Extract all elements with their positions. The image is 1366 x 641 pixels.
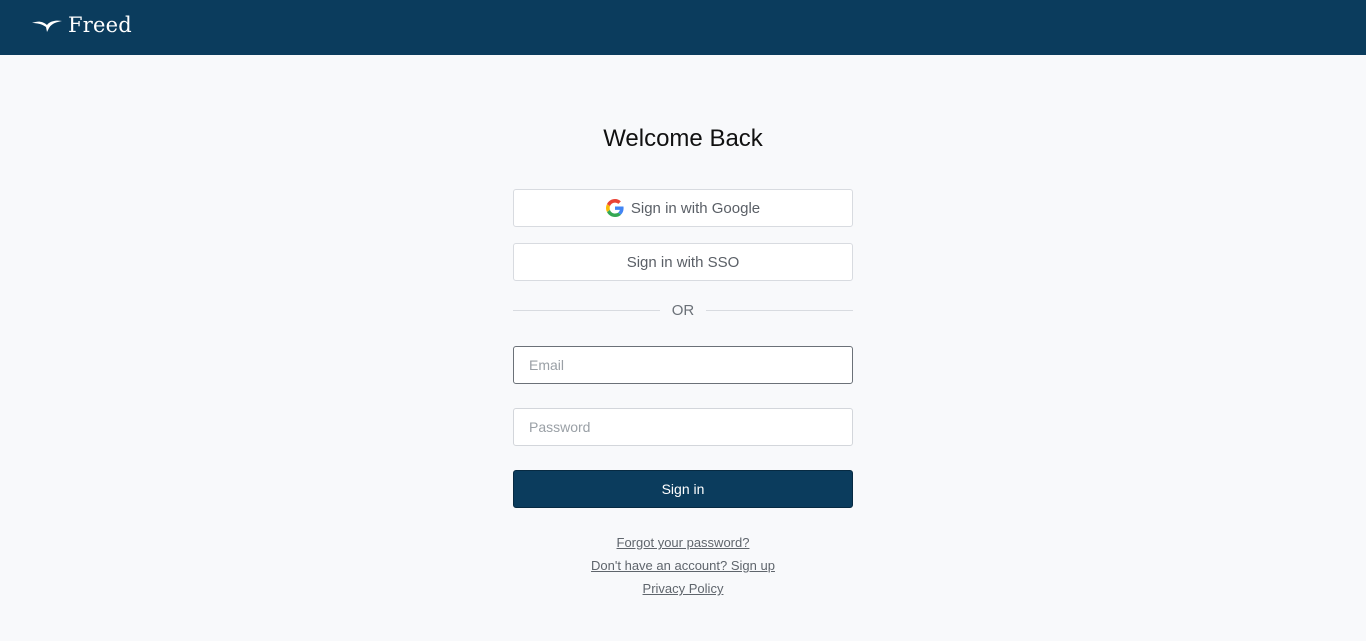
- divider-line-left: [513, 309, 660, 311]
- or-divider: OR: [513, 297, 853, 323]
- password-input[interactable]: [513, 408, 853, 446]
- divider-text: OR: [671, 301, 695, 319]
- forgot-password-link[interactable]: Forgot your password?: [513, 531, 853, 554]
- email-input[interactable]: [513, 346, 853, 384]
- freed-bird-logo-icon: [32, 20, 62, 32]
- brand-logo[interactable]: Freed: [32, 13, 132, 37]
- sign-in-button[interactable]: Sign in: [513, 470, 853, 508]
- top-bar: Freed: [0, 0, 1366, 55]
- sso-signin-button[interactable]: Sign in with SSO: [513, 243, 853, 281]
- privacy-policy-link[interactable]: Privacy Policy: [513, 577, 853, 600]
- sign-up-link[interactable]: Don't have an account? Sign up: [513, 554, 853, 577]
- google-signin-button[interactable]: Sign in with Google: [513, 189, 853, 227]
- brand-name: Freed: [68, 13, 132, 37]
- page-title: Welcome Back: [603, 125, 763, 152]
- google-signin-label: Sign in with Google: [630, 199, 761, 217]
- divider-line-right: [706, 309, 853, 311]
- sso-signin-label: Sign in with SSO: [626, 253, 740, 271]
- auth-links: Forgot your password? Don't have an acco…: [513, 531, 853, 600]
- google-g-icon: [605, 199, 624, 217]
